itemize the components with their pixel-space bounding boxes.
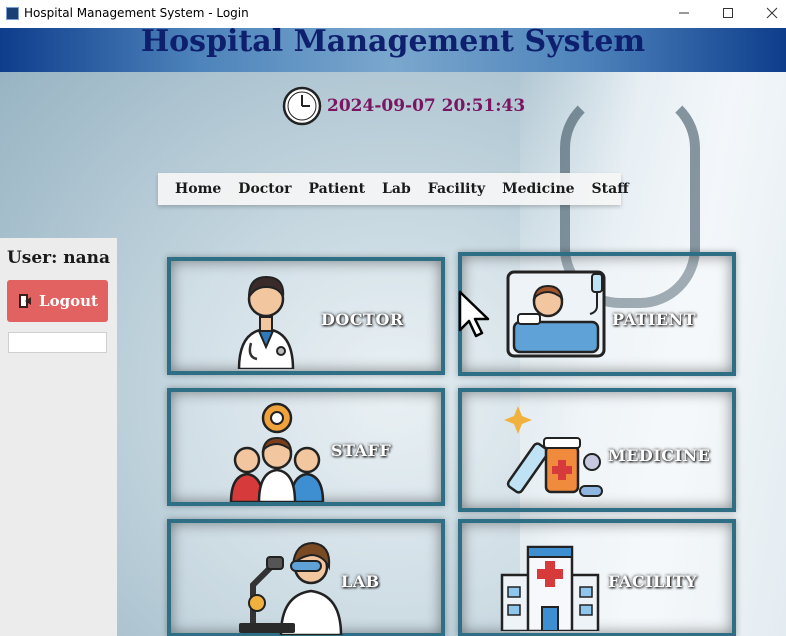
lab-card-label: LAB <box>341 572 380 591</box>
medicine-card-label: MEDICINE <box>608 446 711 465</box>
sidebar: User: nana Logout <box>0 238 117 636</box>
main-menu: Home Doctor Patient Lab Facility Medicin… <box>158 173 629 205</box>
lab-card[interactable]: LAB <box>167 519 445 636</box>
medicine-syringe-icon <box>504 406 603 497</box>
clock-icon <box>282 86 322 126</box>
mouse-cursor-icon <box>458 290 490 338</box>
datetime-display: 2024-09-07 20:51:43 <box>327 96 526 116</box>
minimize-button[interactable] <box>664 2 704 24</box>
close-icon <box>766 7 778 19</box>
minimize-icon <box>679 12 689 14</box>
window-titlebar: Hospital Management System - Login <box>0 0 786 28</box>
menu-item-doctor[interactable]: Doctor <box>238 181 291 197</box>
sidebar-text-field[interactable] <box>8 332 107 353</box>
doctor-icon <box>237 275 295 369</box>
app-icon <box>6 7 19 20</box>
page-title: Hospital Management System <box>140 28 646 59</box>
medicine-card[interactable]: MEDICINE <box>458 388 736 512</box>
user-label: User: nana <box>6 248 111 268</box>
patient-bed-icon <box>506 270 606 358</box>
doctor-card[interactable]: DOCTOR <box>167 257 445 375</box>
menu-item-medicine[interactable]: Medicine <box>502 181 574 197</box>
staff-group-icon <box>229 402 325 502</box>
menu-item-facility[interactable]: Facility <box>428 181 485 197</box>
app-window: Hospital Management System 2024-09-07 20… <box>0 28 786 636</box>
window-title: Hospital Management System - Login <box>24 6 249 20</box>
exit-door-icon <box>19 294 32 308</box>
menu-item-home[interactable]: Home <box>175 181 221 197</box>
menu-item-patient[interactable]: Patient <box>308 181 365 197</box>
facility-card-label: FACILITY <box>608 572 698 591</box>
patient-card[interactable]: PATIENT <box>458 252 736 376</box>
logout-button[interactable]: Logout <box>7 280 108 322</box>
hospital-building-icon <box>500 545 600 631</box>
maximize-button[interactable] <box>708 2 748 24</box>
close-button[interactable] <box>752 2 786 24</box>
facility-card[interactable]: FACILITY <box>458 519 736 636</box>
staff-card[interactable]: STAFF <box>167 388 445 506</box>
logout-label: Logout <box>39 292 98 310</box>
staff-card-label: STAFF <box>331 441 392 460</box>
patient-card-label: PATIENT <box>612 310 697 329</box>
menu-item-staff[interactable]: Staff <box>592 181 629 197</box>
header-banner: Hospital Management System <box>0 28 786 72</box>
menu-item-lab[interactable]: Lab <box>382 181 411 197</box>
doctor-card-label: DOCTOR <box>321 310 404 329</box>
lab-scientist-icon <box>239 541 343 635</box>
maximize-icon <box>723 8 733 18</box>
